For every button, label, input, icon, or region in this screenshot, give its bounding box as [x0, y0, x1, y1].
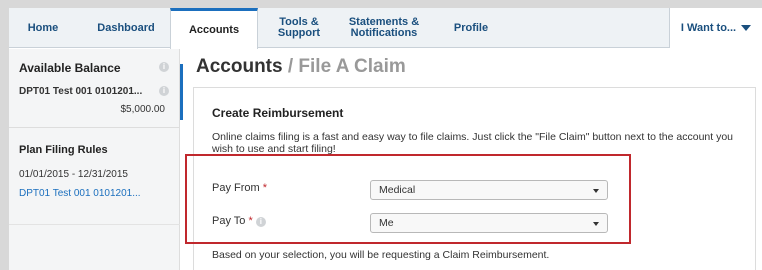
- i-want-to-label: I Want to...: [680, 22, 737, 34]
- top-nav: Home Dashboard Accounts Tools & Support …: [9, 8, 762, 49]
- nav-statements-line2: Notifications: [350, 27, 418, 39]
- nav-statements-notifications[interactable]: Statements & Notifications: [334, 8, 434, 48]
- page-title: Accounts / File A Claim: [196, 56, 406, 78]
- nav-tools-support[interactable]: Tools & Support: [261, 8, 337, 48]
- info-icon[interactable]: i: [159, 86, 169, 96]
- selection-note: Based on your selection, you will be req…: [212, 249, 550, 261]
- nav-accounts[interactable]: Accounts: [170, 8, 258, 49]
- nav-home[interactable]: Home: [19, 8, 67, 48]
- sidebar-active-accent: [180, 64, 183, 120]
- nav-tools-line2: Support: [277, 27, 321, 39]
- sidebar: Available Balance i DPT01 Test 001 01012…: [9, 49, 180, 270]
- nav-accounts-label: Accounts: [188, 23, 240, 36]
- plan-filing-rules-title: Plan Filing Rules: [19, 144, 108, 156]
- app-window: Home Dashboard Accounts Tools & Support …: [9, 8, 762, 270]
- plan-account-link[interactable]: DPT01 Test 001 0101201...: [19, 188, 141, 199]
- nav-home-label: Home: [27, 21, 59, 34]
- i-want-to-menu[interactable]: I Want to...: [669, 8, 762, 48]
- page-title-separator: /: [282, 56, 299, 77]
- nav-profile-label: Profile: [453, 21, 489, 34]
- caret-down-icon: [741, 25, 752, 31]
- page-title-main: Accounts: [196, 56, 283, 77]
- card-description: Online claims filing is a fast and easy …: [212, 131, 734, 155]
- account-amount: $5,000.00: [120, 104, 166, 115]
- account-name: DPT01 Test 001 0101201...: [19, 86, 143, 97]
- nav-profile[interactable]: Profile: [444, 8, 498, 48]
- sidebar-divider: [9, 224, 180, 225]
- nav-dashboard[interactable]: Dashboard: [83, 8, 169, 48]
- screenshot-frame: Home Dashboard Accounts Tools & Support …: [0, 0, 762, 270]
- available-balance-title: Available Balance: [19, 61, 121, 75]
- nav-dashboard-label: Dashboard: [97, 21, 155, 34]
- sidebar-divider: [9, 127, 180, 128]
- card-title: Create Reimbursement: [212, 106, 344, 120]
- highlight-box: [185, 154, 631, 244]
- plan-dates: 01/01/2015 - 12/31/2015: [19, 169, 128, 180]
- page-title-sub: File A Claim: [298, 56, 406, 77]
- info-icon[interactable]: i: [159, 62, 169, 72]
